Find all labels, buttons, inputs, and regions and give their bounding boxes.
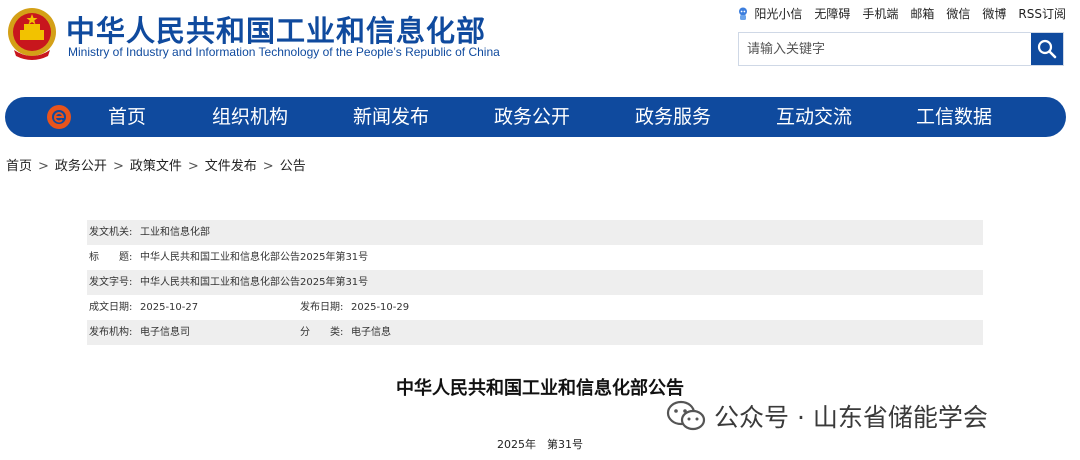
toplink-mobile[interactable]: 手机端 bbox=[862, 5, 898, 22]
breadcrumb-gov-affairs[interactable]: 政务公开 bbox=[55, 159, 107, 174]
toplink-accessibility[interactable]: 无障碍 bbox=[814, 5, 850, 22]
search-box bbox=[738, 32, 1064, 66]
meta-label: 发布机构: bbox=[89, 327, 133, 338]
meta-row-org: 发布机构: 电子信息司 分 类: 电子信息 bbox=[87, 320, 983, 345]
document-title: 中华人民共和国工业和信息化部公告 bbox=[396, 378, 684, 399]
meta-title: 中华人民共和国工业和信息化部公告2025年第31号 bbox=[140, 252, 369, 263]
nav-news[interactable]: 新闻发布 bbox=[353, 97, 429, 137]
breadcrumb-separator: > bbox=[112, 159, 124, 174]
nav-government-affairs[interactable]: 政务公开 bbox=[494, 97, 570, 137]
breadcrumb-announcement[interactable]: 公告 bbox=[280, 159, 306, 174]
wechat-icon bbox=[666, 400, 706, 431]
main-nav: 首页 组织机构 新闻发布 政务公开 政务服务 互动交流 工信数据 bbox=[5, 97, 1066, 137]
top-links: 阳光小信 无障碍 手机端 邮箱 微信 微博 RSS订阅 bbox=[737, 5, 1066, 22]
breadcrumb-separator: > bbox=[262, 159, 274, 174]
breadcrumb-home[interactable]: 首页 bbox=[6, 159, 32, 174]
toplink-weibo[interactable]: 微博 bbox=[982, 5, 1006, 22]
meta-label: 分 类: bbox=[300, 327, 344, 338]
toplink-wechat[interactable]: 微信 bbox=[946, 5, 970, 22]
breadcrumb-separator: > bbox=[187, 159, 199, 174]
meta-row-dates: 成文日期: 2025-10-27 发布日期: 2025-10-29 bbox=[87, 295, 983, 320]
toplink-rss[interactable]: RSS订阅 bbox=[1018, 5, 1066, 22]
wechat-watermark: 公众号 · 山东省储能学会 bbox=[666, 398, 988, 434]
meta-label: 发布日期: bbox=[300, 302, 344, 313]
meta-category: 电子信息 bbox=[351, 327, 391, 338]
watermark-text: 公众号 · 山东省储能学会 bbox=[714, 403, 988, 432]
breadcrumb-doc-release[interactable]: 文件发布 bbox=[205, 159, 257, 174]
breadcrumb-policy-docs[interactable]: 政策文件 bbox=[130, 159, 182, 174]
meta-row-doc-no: 发文字号: 中华人民共和国工业和信息化部公告2025年第31号 bbox=[87, 270, 983, 295]
search-icon bbox=[1037, 39, 1057, 59]
nav-organization[interactable]: 组织机构 bbox=[212, 97, 288, 137]
meta-issuer: 工业和信息化部 bbox=[140, 227, 210, 238]
meta-label: 成文日期: bbox=[89, 302, 133, 313]
search-button[interactable] bbox=[1031, 33, 1063, 65]
meta-row-title: 标 题: 中华人民共和国工业和信息化部公告2025年第31号 bbox=[87, 245, 983, 270]
site-header: 中华人民共和国工业和信息化部 Ministry of Industry and … bbox=[0, 0, 1080, 90]
document-number: 2025年 第31号 bbox=[497, 438, 583, 451]
national-emblem-icon bbox=[8, 8, 56, 60]
robot-icon bbox=[739, 7, 748, 20]
toplink-label: 阳光小信 bbox=[754, 7, 803, 21]
site-title-en[interactable]: Ministry of Industry and Information Tec… bbox=[68, 45, 500, 59]
breadcrumb: 首页 > 政务公开 > 政策文件 > 文件发布 > 公告 bbox=[6, 155, 306, 174]
meta-published-date: 2025-10-29 bbox=[351, 302, 410, 313]
search-input[interactable] bbox=[739, 33, 1031, 65]
meta-doc-no: 中华人民共和国工业和信息化部公告2025年第31号 bbox=[140, 277, 369, 288]
nav-government-services[interactable]: 政务服务 bbox=[635, 97, 711, 137]
meta-label: 标 题: bbox=[89, 252, 133, 263]
nav-data[interactable]: 工信数据 bbox=[916, 97, 992, 137]
site-title-cn[interactable]: 中华人民共和国工业和信息化部 bbox=[66, 8, 486, 50]
nav-home[interactable]: 首页 bbox=[108, 97, 146, 137]
meta-label: 发文机关: bbox=[89, 227, 133, 238]
meta-org: 电子信息司 bbox=[140, 327, 190, 338]
toplink-mail[interactable]: 邮箱 bbox=[910, 5, 934, 22]
nav-interaction[interactable]: 互动交流 bbox=[776, 97, 852, 137]
meta-row-issuer: 发文机关: 工业和信息化部 bbox=[87, 220, 983, 245]
document-meta-table: 发文机关: 工业和信息化部 标 题: 中华人民共和国工业和信息化部公告2025年… bbox=[87, 220, 983, 345]
miit-logo-icon[interactable] bbox=[46, 104, 72, 130]
meta-label: 发文字号: bbox=[89, 277, 133, 288]
toplink-sunshine-xiaoxin[interactable]: 阳光小信 bbox=[737, 5, 802, 22]
breadcrumb-separator: > bbox=[38, 159, 49, 174]
meta-created-date: 2025-10-27 bbox=[140, 302, 199, 313]
